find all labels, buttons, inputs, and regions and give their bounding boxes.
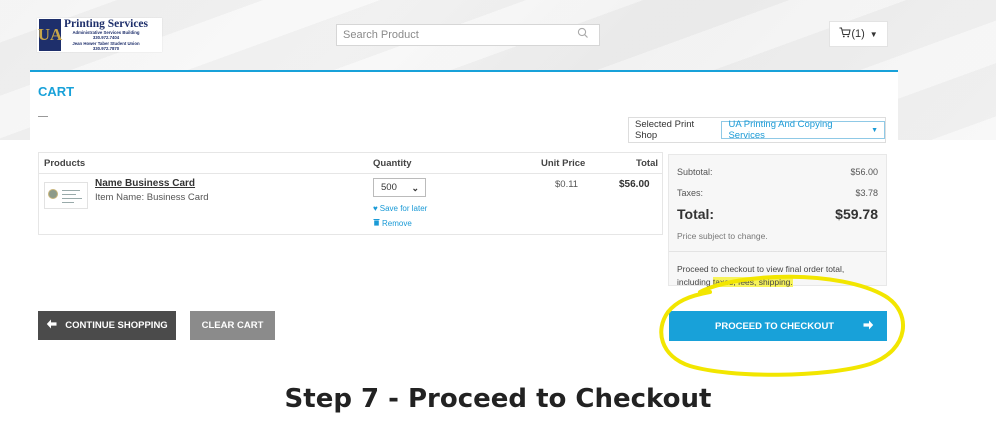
step-caption: Step 7 - Proceed to Checkout xyxy=(284,384,712,414)
highlight-circle-annotation xyxy=(659,274,905,377)
